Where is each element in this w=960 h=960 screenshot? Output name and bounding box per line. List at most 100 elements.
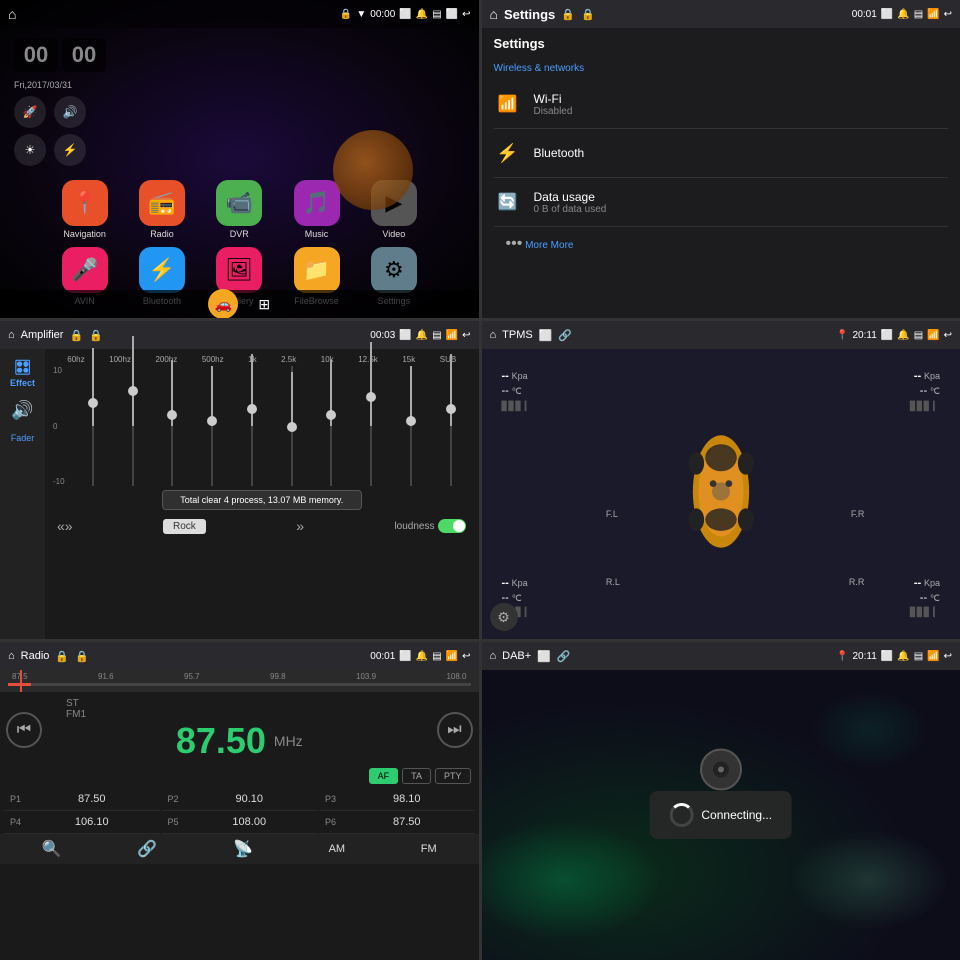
preset-item-P2[interactable]: P290.10 [162,788,318,811]
home-date: Fri,2017/03/31 [6,78,114,92]
eq-slider-SUB[interactable] [442,366,460,486]
eq-icon: ▤ [432,9,441,20]
wifi-setting-item[interactable]: 📶 Wi-Fi Disabled [494,80,949,129]
eq-freq-2.5k: 2.5k [281,355,296,364]
eq-speaker-icon: 🔊 [11,400,33,421]
brightness-icon[interactable]: ☀ [14,134,46,166]
eq-sliders-area [69,366,475,486]
app-icon-dvr[interactable]: 📹DVR [205,180,274,239]
radio-screen-icon: ⬜ [399,651,411,662]
wireless-section-title: Wireless & networks [494,59,949,80]
tpms-rr-corner: -- Kpa -- ℃ ▊▊▊ ▎ [910,576,940,619]
home-icon[interactable]: ⌂ [8,6,16,22]
home-bottom-bar: 🚗 ⊞ [0,290,479,318]
tpms-wifi-icon: 📶 [927,330,939,341]
radio-freq-scale: 87.591.695.799.8103.9108.0 [8,672,471,681]
dab-title: DAB+ [502,650,531,662]
wifi-item-sub: Disabled [534,106,573,117]
tpms-home-icon[interactable]: ⌂ [490,329,497,341]
eq-slider-15k[interactable] [402,366,420,486]
preset-num-P6: P6 [325,817,341,827]
eq-controls: «» Rock » loudness [49,514,475,538]
preset-row-2: P4106.10P5108.00 P6 87.50 [4,811,475,834]
eq-next-btn[interactable]: » [296,518,304,534]
dab-signal-icon: 🔗 [557,650,571,663]
dab-home-icon[interactable]: ⌂ [490,650,497,662]
preset-num-P5: P5 [168,817,184,827]
tpms-screen-icon: ⬜ [539,329,553,342]
settings-back-icon[interactable]: ↩ [944,9,952,20]
radio-next-btn[interactable]: ⏭ [437,712,473,748]
data-usage-setting-item[interactable]: 🔄 Data usage 0 B of data used [494,178,949,227]
tpms-settings-btn[interactable]: ⚙ [490,603,518,631]
back-icon[interactable]: ↩ [462,9,470,20]
tune-icon[interactable]: ⚡ [54,134,86,166]
bluetooth-setting-icon: ⚡ [494,139,522,167]
radio-antenna-icon[interactable]: 📡 [233,839,253,859]
preset-item-P5[interactable]: P5108.00 [162,811,318,834]
radio-af-btn[interactable]: AF [369,768,399,784]
radio-time: 00:01 [370,651,395,662]
eq-slider-100hz[interactable] [124,366,142,486]
radio-am-label[interactable]: AM [329,843,346,855]
data-item-sub: 0 B of data used [534,204,607,215]
menu-grid-icon[interactable]: ⊞ [258,296,270,313]
app-icon-radio[interactable]: 📻Radio [127,180,196,239]
radio-search-icon[interactable]: 🔍 [42,839,62,859]
rocket-icon[interactable]: 🚀 [14,96,46,128]
app-img-9: ⚙ [371,247,417,293]
radio-scale-95.7: 95.7 [184,672,200,681]
radio-prev-btn[interactable]: ⏮ [6,712,42,748]
radio-fm-label[interactable]: FM [421,843,437,855]
eq-panel: ⌂ Amplifier 🔒 🔒 00:03 ⬜ 🔔 ▤ 📶 ↩ 🎛 Effect… [0,321,479,639]
eq-slider-500hz[interactable] [203,366,221,486]
eq-back-icon[interactable]: ↩ [462,330,470,341]
radio-back-icon[interactable]: ↩ [462,651,470,662]
eq-slider-200hz[interactable] [163,366,181,486]
radio-st: ST [66,698,79,709]
tpms-back-icon[interactable]: ↩ [944,330,952,341]
eq-lock2-icon: 🔒 [89,329,103,342]
settings-home-icon[interactable]: ⌂ [490,6,498,22]
eq-bars-icon: ▤ [432,330,441,341]
app-img-7: 🖼 [216,247,262,293]
radio-pty-btn[interactable]: PTY [435,768,471,784]
app-img-6: ⚡ [139,247,185,293]
bluetooth-setting-item[interactable]: ⚡ Bluetooth [494,129,949,178]
dab-back-icon[interactable]: ↩ [944,651,952,662]
eq-slider-2.5k[interactable] [283,366,301,486]
radio-home-icon[interactable]: ⌂ [8,650,15,662]
app-icon-navigation[interactable]: 📍Navigation [50,180,119,239]
eq-mode-btn[interactable]: Rock [163,519,206,534]
preset-item-P4[interactable]: P4106.10 [4,811,160,834]
eq-slider-10k[interactable] [322,366,340,486]
radio-info: ST FM1 87.50 MHz [58,698,421,762]
dab-spinner [669,803,693,827]
settings-screen-icon: ⬜ [881,9,893,20]
eq-slider-1k[interactable] [243,366,261,486]
vol-side-icon[interactable]: 🔊 [54,96,86,128]
radio-presets: P187.50P290.10P398.10 P4106.10P5108.00 P6 8… [0,784,479,834]
settings-top-bar: ⌂ Settings 🔒 🔒 00:01 ⬜ 🔔 ▤ 📶 ↩ [482,0,960,28]
preset-item-P6[interactable]: P6 87.50 [319,811,475,834]
radio-link-icon[interactable]: 🔗 [137,839,157,859]
eq-loudness-toggle[interactable] [438,519,466,533]
eq-prev-btn[interactable]: «» [57,518,73,534]
car-icon[interactable]: 🚗 [208,289,238,318]
preset-freq-P6: 87.50 [345,816,469,828]
settings-lock-icon: 🔒 [561,8,575,21]
eq-slider-12.5k[interactable] [362,366,380,486]
radio-main-area: ⏮ ST FM1 87.50 MHz ⏭ [0,692,479,768]
radio-ta-btn[interactable]: TA [402,768,431,784]
preset-item-P3[interactable]: P398.10 [319,788,475,811]
more-settings[interactable]: ••• More More [494,227,949,261]
eq-freq-15k: 15k [402,355,415,364]
preset-item-P1[interactable]: P187.50 [4,788,160,811]
eq-effect-item[interactable]: 🎛 Effect [10,359,35,388]
eq-slider-60hz[interactable] [84,366,102,486]
eq-home-icon[interactable]: ⌂ [8,329,15,341]
app-img-8: 📁 [294,247,340,293]
radio-title: Radio [21,650,50,662]
radio-scale-108.0: 108.0 [446,672,466,681]
eq-fader-item[interactable]: Fader [11,433,35,443]
